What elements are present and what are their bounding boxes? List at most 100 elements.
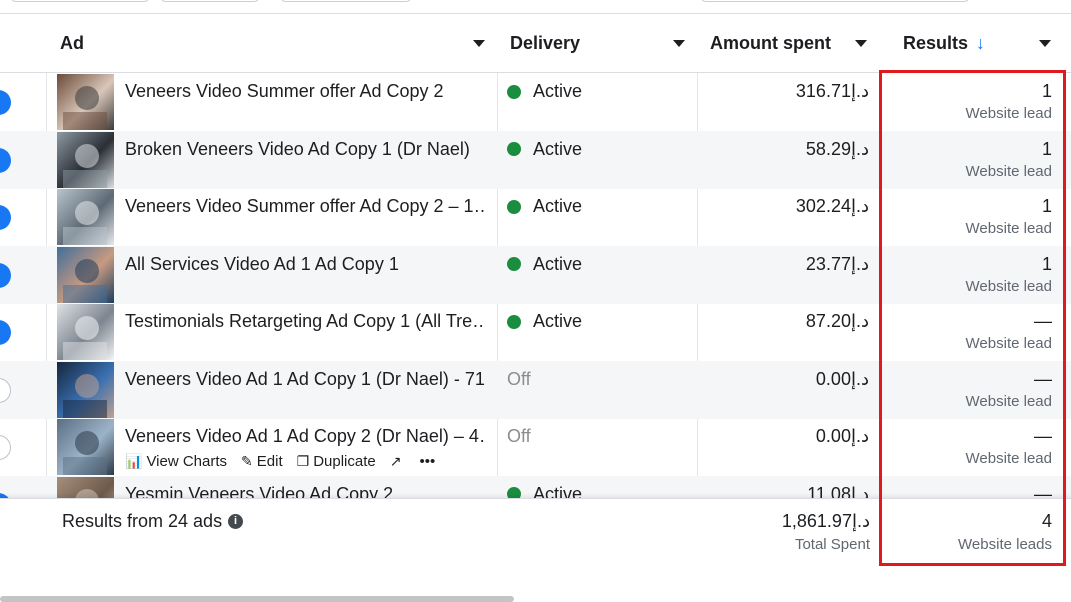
delivery-status: Active (507, 196, 582, 217)
ad-thumbnail[interactable] (57, 246, 114, 303)
ad-toggle[interactable] (0, 377, 11, 403)
trend-button[interactable]: ↗ (390, 453, 406, 470)
ad-thumbnail[interactable] (57, 476, 114, 498)
ad-name-link[interactable]: All Services Video Ad 1 Ad Copy 1 (125, 254, 485, 275)
horizontal-scrollbar[interactable] (0, 596, 514, 602)
thumbnail-image (63, 143, 107, 188)
result-cell: — Website lead (880, 311, 1052, 352)
ad-name-link[interactable]: Veneers Video Ad 1 Ad Copy 1 (Dr Nael) -… (125, 369, 485, 390)
status-dot-icon (507, 199, 521, 214)
amount-spent: 302.24د.إ (795, 196, 869, 216)
delivery-label: Active (533, 253, 583, 274)
column-header-label: Results (903, 32, 969, 53)
amount-spent: 87.20د.إ (805, 311, 869, 331)
ad-thumbnail[interactable] (57, 361, 114, 418)
delivery-label: Off (507, 368, 531, 389)
toolbar-remnant (0, 0, 1071, 13)
ad-thumbnail[interactable] (57, 304, 114, 360)
duplicate-button[interactable]: ❐ Duplicate (297, 453, 376, 470)
ad-toggle[interactable] (0, 205, 11, 230)
status-dot-icon (507, 257, 521, 271)
ad-thumbnail[interactable] (57, 189, 114, 245)
chevron-down-icon[interactable] (673, 40, 685, 47)
ad-name-link[interactable]: Veneers Video Summer offer Ad Copy 2 (125, 81, 485, 102)
view-charts-label: View Charts (146, 453, 228, 470)
ad-toggle[interactable] (0, 262, 11, 288)
column-header-ad[interactable]: Ad (46, 14, 497, 72)
delivery-status: Active (507, 311, 582, 332)
toolbar-button[interactable] (280, 0, 412, 2)
ad-name-link[interactable]: Veneers Video Summer offer Ad Copy 2 – 1… (125, 196, 485, 217)
column-header-results[interactable]: Results ↓ (879, 14, 1071, 72)
toolbar-button[interactable] (160, 0, 260, 2)
chevron-down-icon[interactable] (855, 40, 867, 47)
table-row[interactable]: Veneers Video Ad 1 Ad Copy 2 (Dr Nael) –… (0, 418, 1071, 476)
bar-chart-icon: 📊 (125, 453, 143, 469)
delivery-status: Active (507, 81, 582, 102)
ad-thumbnail[interactable] (57, 74, 114, 130)
info-icon[interactable]: i (228, 514, 244, 529)
table-row[interactable]: Veneers Video Ad 1 Ad Copy 1 (Dr Nael) -… (0, 360, 1071, 419)
amount-spent: 316.71د.إ (795, 81, 869, 101)
thumbnail-image (63, 258, 107, 303)
table-row[interactable]: All Services Video Ad 1 Ad Copy 1 Active 2… (0, 245, 1071, 304)
ad-name-link[interactable]: Testimonials Retargeting Ad Copy 1 (All … (125, 311, 485, 332)
ad-toggle[interactable] (0, 147, 11, 173)
table-row[interactable]: Veneers Video Summer offer Ad Copy 2 – 1… (0, 188, 1071, 246)
delivery-label: Off (507, 426, 531, 446)
edit-button[interactable]: ✎ Edit (241, 453, 283, 470)
result-value: — (1034, 368, 1052, 389)
table-row[interactable]: Testimonials Retargeting Ad Copy 1 (All … (0, 303, 1071, 361)
thumbnail-image (63, 431, 107, 475)
edit-label: Edit (256, 453, 283, 470)
chevron-down-icon[interactable] (473, 40, 485, 47)
thumbnail-image (63, 373, 107, 418)
result-value: 1 (1041, 253, 1052, 274)
delivery-label: Active (533, 81, 583, 101)
more-options-button[interactable]: ••• (419, 453, 435, 470)
result-cell: 1 Website lead (880, 81, 1052, 122)
result-cell: — (880, 484, 1052, 499)
ad-toggle[interactable] (0, 90, 11, 115)
column-header-amount-spent[interactable]: Amount spent (697, 14, 879, 72)
result-value: 1 (1041, 196, 1052, 216)
column-header-label: Ad (60, 32, 84, 53)
chevron-down-icon[interactable] (1039, 40, 1051, 47)
total-results-label: Website leads (958, 536, 1052, 553)
column-header-label: Amount spent (710, 32, 831, 53)
ad-thumbnail[interactable] (57, 419, 114, 475)
arrow-down-icon[interactable]: ↓ (976, 33, 985, 54)
result-value: — (1034, 483, 1052, 499)
delivery-status: Active (507, 484, 582, 498)
table-row[interactable]: Veneers Video Summer offer Ad Copy 2 Acti… (0, 73, 1071, 131)
duplicate-label: Duplicate (313, 453, 376, 470)
table-row[interactable]: Yesmin Veneers Video Ad Copy 2 Active 11.0… (0, 475, 1071, 499)
table-footer: Results from 24 ads i 1,861.97د.إ Total … (0, 498, 1071, 591)
result-label: Website lead (965, 162, 1052, 180)
ad-toggle[interactable] (0, 435, 11, 460)
ad-name-link[interactable]: Yesmin Veneers Video Ad Copy 2 (125, 484, 485, 499)
view-charts-button[interactable]: 📊 View Charts (125, 453, 227, 470)
result-cell: — Website lead (880, 369, 1052, 410)
ad-thumbnail[interactable] (57, 131, 114, 188)
status-dot-icon (507, 142, 521, 156)
toolbar-button[interactable] (10, 0, 150, 2)
result-value: — (1034, 426, 1052, 446)
total-results-value: 4 (1041, 511, 1052, 531)
ad-name-link[interactable]: Broken Veneers Video Ad Copy 1 (Dr Nael) (125, 139, 485, 160)
delivery-label: Active (533, 311, 583, 331)
thumbnail-image (63, 86, 107, 130)
ad-toggle[interactable] (0, 320, 11, 345)
thumbnail-image (63, 316, 107, 360)
table-row[interactable]: Broken Veneers Video Ad Copy 1 (Dr Nael)… (0, 130, 1071, 189)
status-dot-icon (507, 487, 521, 498)
ad-name-link[interactable]: Veneers Video Ad 1 Ad Copy 2 (Dr Nael) –… (125, 426, 485, 447)
total-spent-value: 1,861.97د.إ (781, 511, 870, 531)
delivery-status: Active (507, 139, 582, 160)
column-header-delivery[interactable]: Delivery (497, 14, 697, 72)
amount-spent: 0.00د.إ (815, 368, 869, 389)
toolbar-button[interactable] (700, 0, 970, 2)
amount-spent: 58.29د.إ (805, 138, 869, 159)
delivery-label: Active (533, 138, 583, 159)
total-spent-cell: 1,861.97د.إ Total Spent (698, 511, 870, 553)
